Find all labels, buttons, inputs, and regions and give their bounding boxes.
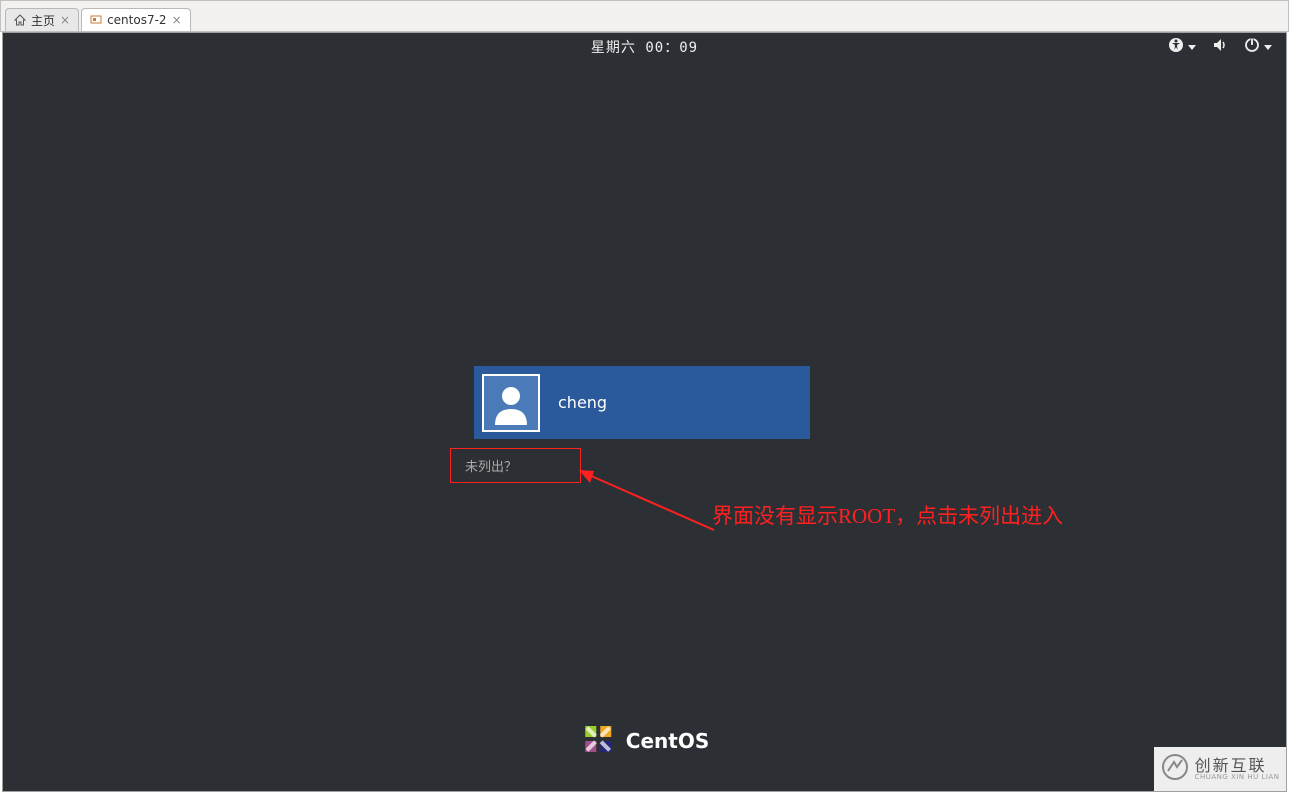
accessibility-icon <box>1168 37 1184 57</box>
accessibility-menu[interactable] <box>1168 37 1196 57</box>
user-avatar <box>482 374 540 432</box>
power-icon <box>1244 37 1260 57</box>
user-selector[interactable]: cheng <box>474 366 810 439</box>
watermark: 创新互联 CHUANG XIN HU LIAN <box>1154 747 1286 791</box>
user-name-label: cheng <box>558 393 607 412</box>
vm-desktop: 星期六 00：09 <box>2 32 1287 792</box>
power-menu[interactable] <box>1244 37 1272 57</box>
tab-centos7-2[interactable]: centos7-2 × <box>81 8 191 31</box>
watermark-logo-icon <box>1161 753 1189 785</box>
chevron-down-icon <box>1188 45 1196 50</box>
tab-centos-label: centos7-2 <box>107 13 166 27</box>
close-icon[interactable]: × <box>60 13 70 27</box>
annotation-arrow <box>574 465 724 545</box>
chevron-down-icon <box>1264 45 1272 50</box>
vm-icon <box>90 14 102 26</box>
clock[interactable]: 星期六 00：09 <box>591 37 698 57</box>
annotation-text: 界面没有显示ROOT，点击未列出进入 <box>712 500 1063 530</box>
tab-home[interactable]: 主页 × <box>5 8 79 31</box>
not-listed-label: 未列出？ <box>465 456 517 475</box>
centos-os-name: CentOS <box>626 729 709 753</box>
gnome-topbar: 星期六 00：09 <box>3 33 1286 61</box>
not-listed-button[interactable]: 未列出？ <box>450 448 581 483</box>
tab-home-label: 主页 <box>31 12 55 29</box>
close-icon[interactable]: × <box>172 13 182 27</box>
home-icon <box>14 14 26 26</box>
watermark-en-text: CHUANG XIN HU LIAN <box>1195 774 1280 781</box>
centos-logo-icon <box>580 721 616 761</box>
centos-branding: CentOS <box>580 721 709 761</box>
watermark-zh-text: 创新互联 <box>1195 758 1280 774</box>
gnome-status-area <box>1168 33 1272 61</box>
sound-icon[interactable] <box>1212 37 1228 57</box>
vmware-tabbar: 主页 × centos7-2 × <box>0 0 1289 32</box>
